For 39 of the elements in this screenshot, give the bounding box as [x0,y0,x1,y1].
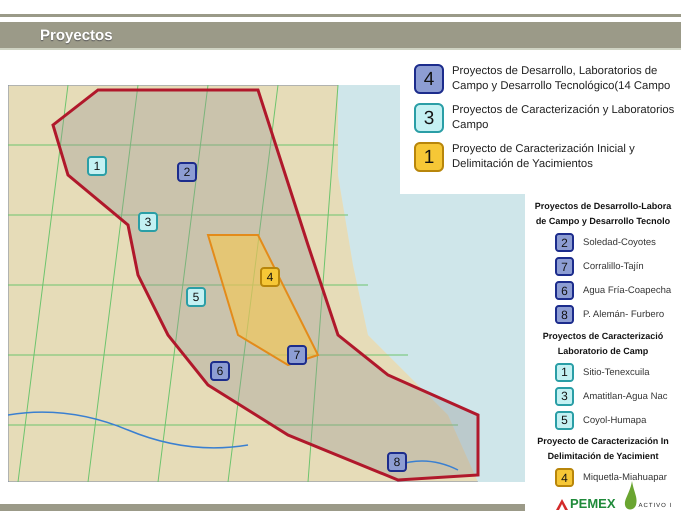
map-marker: 4 [260,267,280,287]
slide-title: Proyectos [40,26,113,44]
group-heading: de Campo y Desarrollo Tecnolo [534,216,672,228]
project-name: Amatitlan-Agua Nac [583,390,668,402]
legend-number: 4 [414,64,444,94]
project-name: P. Alemán- Furbero [583,309,664,320]
logo-text: PEMEX [570,496,616,511]
project-number: 4 [555,468,574,487]
project-name: Agua Fría-Coapecha [583,285,672,296]
legend-text: Proyecto de Caracterización Inicial y Delimitación de Yacimientos [452,142,636,172]
project-number: 5 [555,410,574,430]
project-name: Coyol-Humapa [583,414,646,426]
map-marker: 5 [186,287,206,307]
map-marker: 7 [287,345,307,365]
project-number: 8 [555,305,574,324]
group-heading: Proyectos de Desarrollo-Labora [534,201,672,212]
project-number: 3 [555,386,574,406]
legend-number: 1 [414,142,444,172]
map-marker: 1 [87,156,107,176]
project-name: Corralillo-Tajín [583,261,644,272]
legend-text: Proyectos de Caracterización y Laboratorios Campo [452,103,676,133]
project-number: 2 [555,233,574,252]
group-heading: Proyecto de Caracterización In [536,436,670,448]
project-name: Miquetla-Miahuapar [583,472,667,483]
map-marker: 3 [138,212,158,232]
project-name: Sitio-Tenexcuila [583,366,650,378]
group-heading: Delimitación de Yacimient [546,451,660,462]
map-marker: 6 [210,361,230,381]
group-heading: Proyectos de Caracterizació [542,330,664,342]
project-name: Soledad-Coyotes [583,237,656,248]
project-number: 7 [555,257,574,276]
legend-number: 3 [414,103,444,133]
map-marker: 8 [387,452,407,472]
project-number: 6 [555,281,574,300]
legend-text: Proyectos de Desarrollo, Laboratorios de Campo y Desarrollo Tecnológico(14 Campo [452,64,672,94]
map-marker: 2 [177,162,197,182]
drop-icon [624,481,638,511]
group-heading: Laboratorio de Camp [556,346,650,357]
project-number: 1 [555,362,574,382]
